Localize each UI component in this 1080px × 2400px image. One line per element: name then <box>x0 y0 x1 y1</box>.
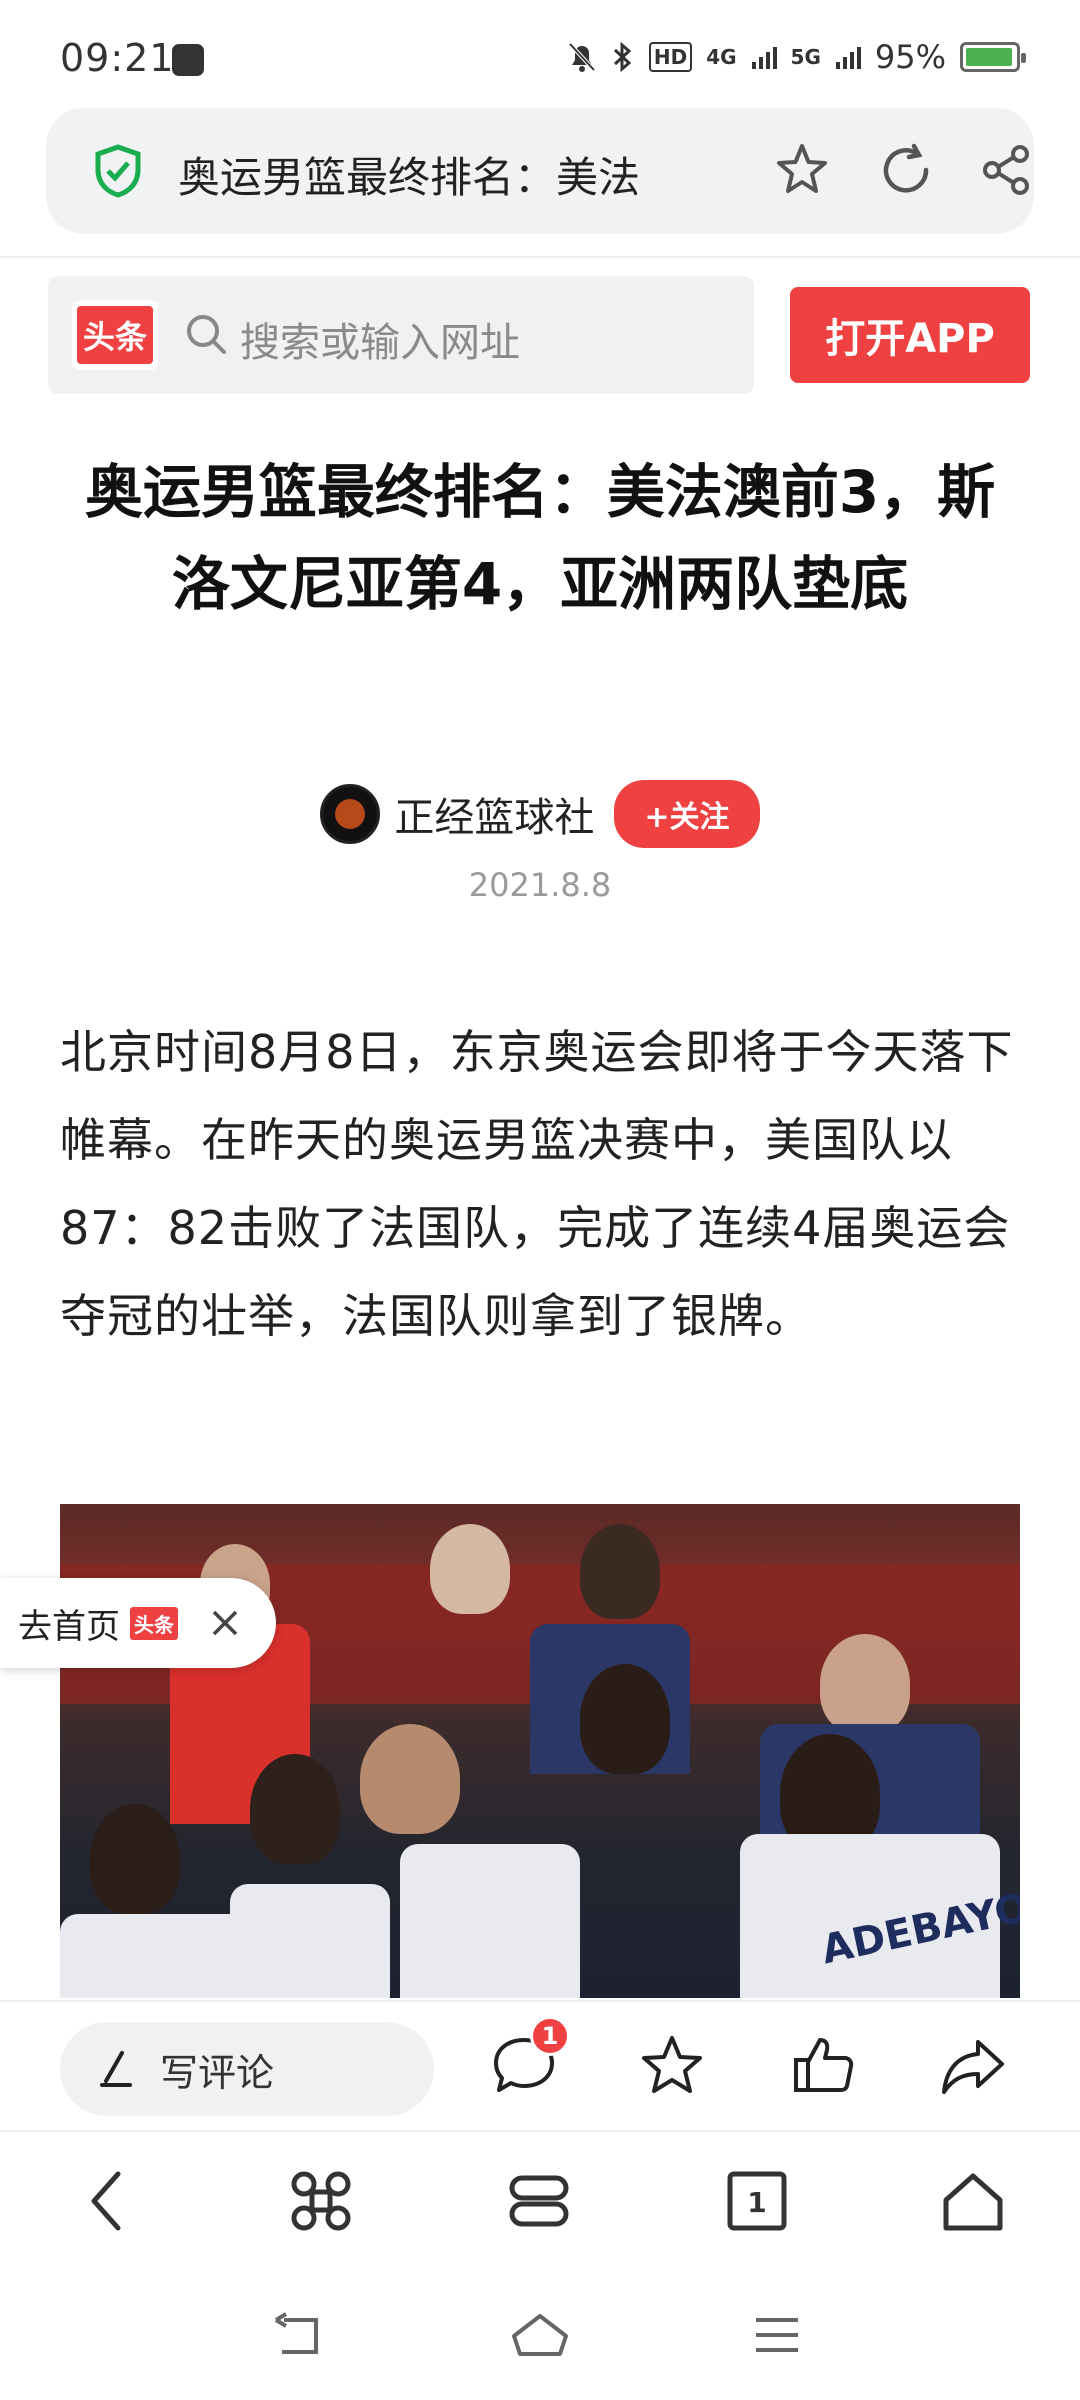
forward-share-icon[interactable] <box>938 2032 1008 2100</box>
battery-percent: 95% <box>874 38 946 76</box>
comment-count-badge: 1 <box>530 2016 570 2056</box>
follow-button[interactable]: +关注 <box>614 780 760 848</box>
close-icon[interactable] <box>208 1606 242 1640</box>
player-shirt <box>400 1844 580 1998</box>
article-body: 北京时间8月8日，东京奥运会即将于今天落下帷幕。在昨天的奥运男篮决赛中，美国队以… <box>60 1025 1014 1343</box>
hd-indicator: HD <box>648 42 693 72</box>
star-icon[interactable] <box>638 2032 706 2100</box>
search-icon <box>187 315 226 354</box>
system-home-icon[interactable] <box>510 2310 570 2360</box>
player-shirt <box>230 1884 390 1998</box>
notification-app-icon <box>172 44 204 76</box>
search-bar[interactable]: 头条 搜索或输入网址 <box>48 276 754 394</box>
player-head <box>90 1804 180 1914</box>
author-name[interactable]: 正经篮球社 <box>394 785 594 843</box>
svg-text:1: 1 <box>747 2186 766 2219</box>
system-nav-bar <box>0 2290 1080 2400</box>
player-head <box>580 1664 670 1774</box>
player-head <box>580 1524 660 1619</box>
thumbs-up-icon[interactable] <box>790 2032 858 2100</box>
share-icon[interactable] <box>976 140 1036 200</box>
system-back-icon[interactable] <box>272 2310 328 2360</box>
browser-nav-bar: 1 <box>0 2130 1080 2270</box>
open-app-button[interactable]: 打开APP <box>790 287 1030 383</box>
mute-bell-icon <box>568 42 596 72</box>
toutiao-badge: 头条 <box>130 1606 178 1640</box>
player-head <box>820 1634 910 1734</box>
status-time: 09:21 <box>60 36 175 80</box>
network-4g-indicator: 4G <box>706 45 737 69</box>
tabs-icon[interactable]: 1 <box>724 2168 790 2234</box>
reload-icon[interactable] <box>876 140 936 200</box>
pencil-icon <box>100 2051 132 2087</box>
player-head <box>250 1754 340 1864</box>
signal-5g-icon <box>835 47 861 69</box>
home-icon[interactable] <box>940 2168 1006 2234</box>
article-headline: 奥运男篮最终排名：美法澳前3，斯洛文尼亚第4，亚洲两队垫底 <box>84 458 996 618</box>
menu-icon[interactable] <box>506 2168 572 2234</box>
signal-4g-icon <box>751 47 777 69</box>
player-head <box>430 1524 510 1614</box>
battery-icon <box>960 42 1026 72</box>
system-recents-icon[interactable] <box>752 2310 802 2360</box>
toutiao-logo[interactable]: 头条 <box>72 300 158 370</box>
status-icons: HD 4G 5G 95% <box>567 38 1026 76</box>
publish-date: 2021.8.8 <box>468 866 612 904</box>
network-5g-indicator: 5G <box>790 45 821 69</box>
player-head <box>360 1724 460 1834</box>
page-title[interactable]: 奥运男篮最终排名：美法 <box>178 144 718 205</box>
bluetooth-icon <box>613 41 632 73</box>
back-icon[interactable] <box>82 2168 132 2234</box>
features-icon[interactable] <box>288 2168 354 2234</box>
author-row: 正经篮球社 +关注 <box>0 778 1080 850</box>
search-input[interactable]: 搜索或输入网址 <box>240 310 520 368</box>
status-bar: 09:21 HD 4G 5G 95% <box>0 0 1080 110</box>
shield-icon <box>95 144 141 198</box>
go-home-pill[interactable]: 去首页 头条 <box>0 1578 276 1668</box>
address-bar[interactable]: 奥运男篮最终排名：美法 <box>46 108 1034 234</box>
star-icon[interactable] <box>772 140 832 200</box>
go-home-label[interactable]: 去首页 <box>18 1599 120 1648</box>
write-comment-label: 写评论 <box>160 2050 275 2095</box>
write-comment-input[interactable]: 写评论 <box>60 2022 434 2116</box>
avatar[interactable] <box>320 784 381 844</box>
divider <box>0 256 1080 258</box>
